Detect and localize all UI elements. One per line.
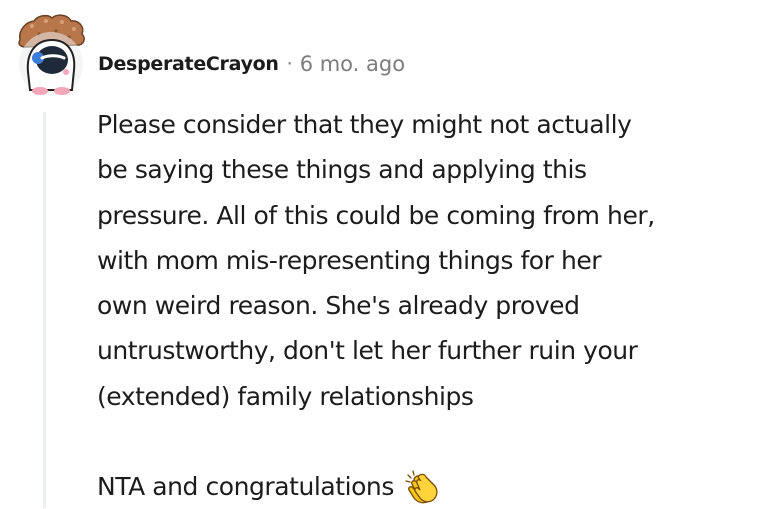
comment-line: (extended) family relationships — [97, 381, 474, 411]
meta-separator: · — [286, 53, 293, 75]
comment-timestamp[interactable]: 6 mo. ago — [300, 52, 405, 76]
username-link[interactable]: DesperateCrayon — [98, 53, 279, 75]
user-avatar[interactable] — [14, 12, 88, 96]
comment-paragraph: NTA and congratulations — [97, 464, 757, 509]
comment-line: with mom mis-representing things for her — [97, 245, 602, 275]
comment-line: NTA and congratulations — [97, 472, 394, 502]
comment-header: DesperateCrayon · 6 mo. ago — [98, 49, 405, 79]
comment-line: Please consider that they might not actu… — [97, 110, 632, 139]
comment-line: own weird reason. She's already proved — [97, 291, 580, 321]
clapping-hands-icon — [405, 470, 438, 504]
comment: DesperateCrayon · 6 mo. ago Please consi… — [0, 0, 775, 508]
comment-body: Please consider that they might not actu… — [97, 102, 757, 509]
comment-line: be saying these things and applying this — [97, 155, 587, 185]
comment-line: untrustworthy, don't let her further rui… — [97, 336, 638, 366]
comment-line: pressure. All of this could be coming fr… — [97, 200, 655, 230]
comment-paragraph: Please consider that they might not actu… — [97, 102, 757, 419]
thread-collapse-line[interactable] — [43, 112, 46, 508]
